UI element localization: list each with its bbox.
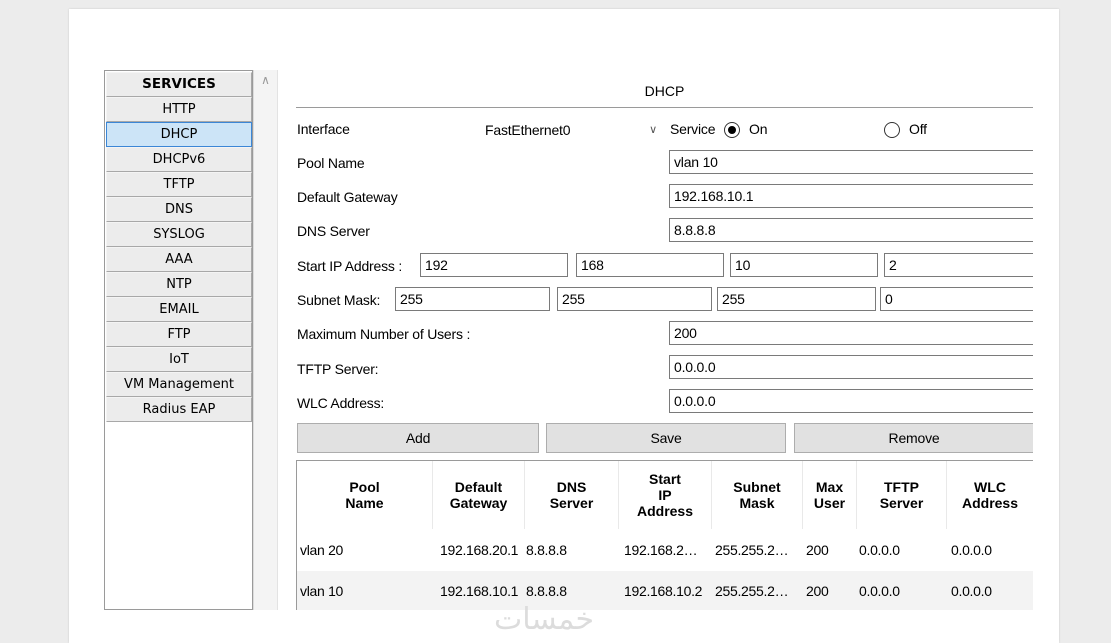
services-sidebar: SERVICES HTTP DHCP DHCPv6 TFTP DNS SYSLO… <box>104 70 253 610</box>
service-ftp[interactable]: FTP <box>106 322 252 347</box>
pool-name-input[interactable]: vlan 10 <box>669 150 1033 174</box>
pools-table: Pool Name Default Gateway DNS Server Start I… <box>296 460 1033 610</box>
wlc-address-input[interactable]: 0.0.0.0 <box>669 389 1033 413</box>
table-row[interactable]: vlan 20 192.168.20.1 8.8.8.8 192.168.2… … <box>297 530 1033 570</box>
cell-dns-server: 8.8.8.8 <box>526 542 567 558</box>
cell-wlc-address: 0.0.0.0 <box>951 542 992 558</box>
interface-label: Interface <box>297 121 350 137</box>
column-header-pool-name[interactable]: Pool Name <box>297 461 433 529</box>
subnet-mask-octet-1[interactable]: 255 <box>395 287 550 311</box>
start-ip-octet-2[interactable]: 168 <box>576 253 724 277</box>
services-list: SERVICES HTTP DHCP DHCPv6 TFTP DNS SYSLO… <box>106 72 252 422</box>
cell-pool-name: vlan 10 <box>300 583 344 599</box>
start-ip-octet-1[interactable]: 192 <box>420 253 568 277</box>
subnet-mask-label: Subnet Mask: <box>297 292 381 308</box>
cell-subnet-mask: 255.255.2… <box>715 583 789 599</box>
wlc-address-label: WLC Address: <box>297 395 385 411</box>
title-divider <box>296 107 1033 108</box>
service-email[interactable]: EMAIL <box>106 297 252 322</box>
add-button[interactable]: Add <box>297 423 539 453</box>
divider <box>277 70 278 610</box>
default-gateway-label: Default Gateway <box>297 189 398 205</box>
chevron-down-icon: ∨ <box>649 124 657 136</box>
default-gateway-input[interactable]: 192.168.10.1 <box>669 184 1033 208</box>
service-on-radio[interactable] <box>724 122 740 138</box>
remove-button[interactable]: Remove <box>794 423 1033 453</box>
cell-tftp-server: 0.0.0.0 <box>859 583 900 599</box>
cell-max-user: 200 <box>806 542 829 558</box>
service-label: Service <box>670 121 716 137</box>
service-radius-eap[interactable]: Radius EAP <box>106 397 252 422</box>
max-users-input[interactable]: 200 <box>669 321 1033 345</box>
service-on-label: On <box>749 121 768 137</box>
cell-start-ip: 192.168.2… <box>624 542 698 558</box>
column-header-max-user[interactable]: Max User <box>803 461 857 529</box>
start-ip-octet-4[interactable]: 2 <box>884 253 1033 277</box>
cell-start-ip: 192.168.10.2 <box>624 583 703 599</box>
sidebar-scrollbar[interactable]: ∧ <box>253 70 277 610</box>
dns-server-label: DNS Server <box>297 223 370 239</box>
column-header-dns-server[interactable]: DNS Server <box>525 461 619 529</box>
pool-name-label: Pool Name <box>297 155 365 171</box>
subnet-mask-octet-2[interactable]: 255 <box>557 287 712 311</box>
cell-max-user: 200 <box>806 583 829 599</box>
service-syslog[interactable]: SYSLOG <box>106 222 252 247</box>
service-ntp[interactable]: NTP <box>106 272 252 297</box>
column-header-tftp-server[interactable]: TFTP Server <box>857 461 947 529</box>
cell-wlc-address: 0.0.0.0 <box>951 583 992 599</box>
service-dhcpv6[interactable]: DHCPv6 <box>106 147 252 172</box>
service-aaa[interactable]: AAA <box>106 247 252 272</box>
scroll-up-arrow-icon[interactable]: ∧ <box>254 70 277 90</box>
subnet-mask-octet-3[interactable]: 255 <box>717 287 876 311</box>
service-iot[interactable]: IoT <box>106 347 252 372</box>
start-ip-label: Start IP Address : <box>297 258 403 274</box>
cell-default-gateway: 192.168.20.1 <box>440 542 519 558</box>
interface-select[interactable]: FastEthernet0 ∨ <box>482 118 663 142</box>
column-header-default-gateway[interactable]: Default Gateway <box>433 461 525 529</box>
save-button[interactable]: Save <box>546 423 786 453</box>
service-dhcp[interactable]: DHCP <box>106 122 252 147</box>
tftp-server-input[interactable]: 0.0.0.0 <box>669 355 1033 379</box>
column-header-wlc-address[interactable]: WLC Address <box>947 461 1033 529</box>
service-off-label: Off <box>909 121 927 137</box>
page-title: DHCP <box>644 83 685 99</box>
service-http[interactable]: HTTP <box>106 97 252 122</box>
service-off-radio[interactable] <box>884 122 900 138</box>
column-header-start-ip[interactable]: Start IP Address <box>619 461 712 529</box>
interface-select-value: FastEthernet0 <box>485 122 571 138</box>
column-header-subnet-mask[interactable]: Subnet Mask <box>712 461 803 529</box>
cell-pool-name: vlan 20 <box>300 542 344 558</box>
services-header: SERVICES <box>106 72 252 97</box>
service-dns[interactable]: DNS <box>106 197 252 222</box>
start-ip-octet-3[interactable]: 10 <box>730 253 878 277</box>
tftp-server-label: TFTP Server: <box>297 361 379 377</box>
watermark-logo: خمسات <box>494 602 595 637</box>
cell-tftp-server: 0.0.0.0 <box>859 542 900 558</box>
service-tftp[interactable]: TFTP <box>106 172 252 197</box>
table-row[interactable]: vlan 10 192.168.10.1 8.8.8.8 192.168.10.… <box>297 571 1033 610</box>
subnet-mask-octet-4[interactable]: 0 <box>880 287 1033 311</box>
dns-server-input[interactable]: 8.8.8.8 <box>669 218 1033 242</box>
max-users-label: Maximum Number of Users : <box>297 326 471 342</box>
service-vm-management[interactable]: VM Management <box>106 372 252 397</box>
cell-subnet-mask: 255.255.2… <box>715 542 789 558</box>
